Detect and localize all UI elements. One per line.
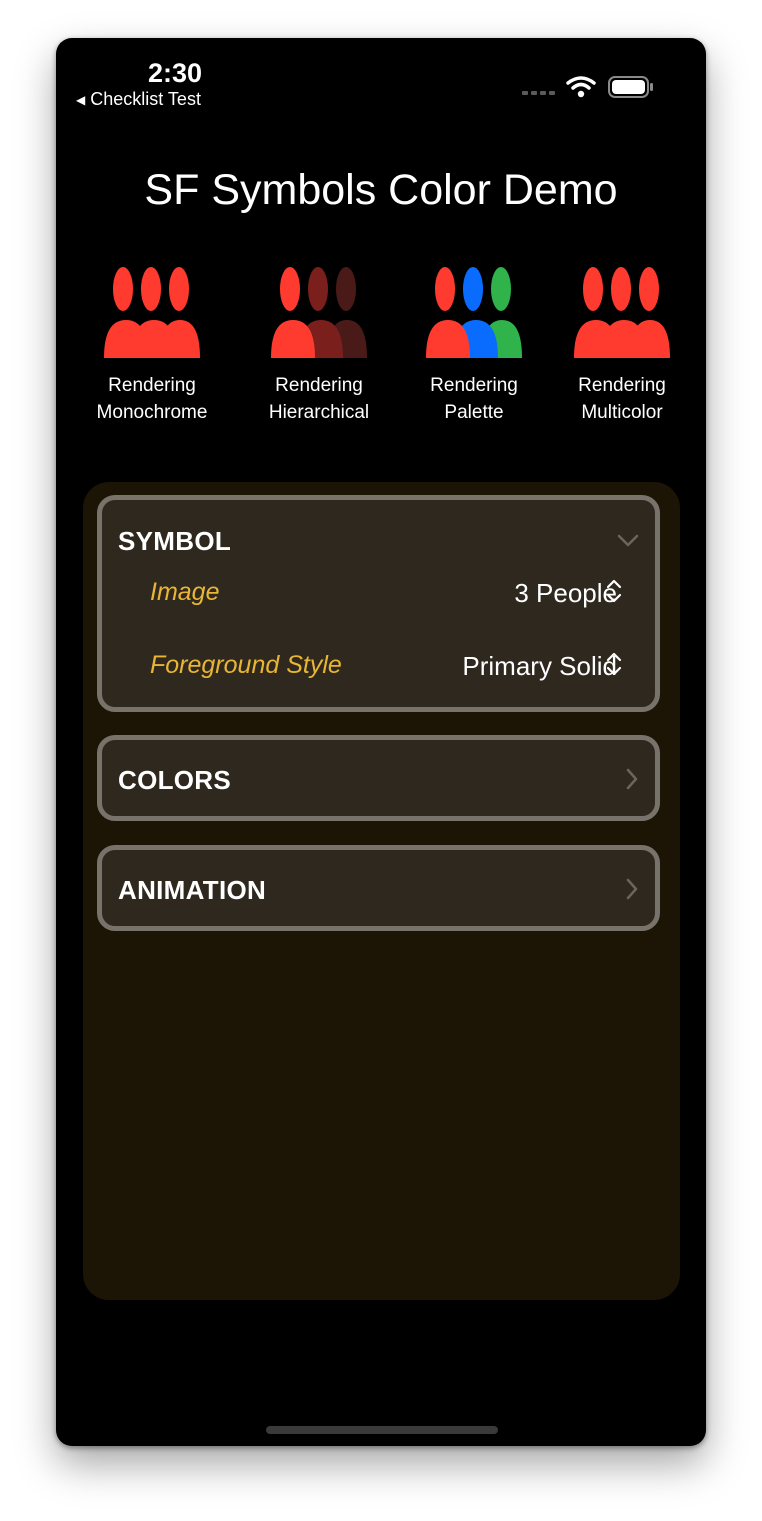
back-label: Checklist Test: [90, 89, 201, 109]
three-people-icon: [426, 267, 522, 358]
image-picker[interactable]: 3 People: [514, 578, 617, 609]
chevron-down-icon[interactable]: [617, 534, 639, 548]
rendering-multicolor: Rendering Multicolor: [552, 262, 692, 426]
back-button[interactable]: ◀ Checklist Test: [76, 89, 201, 110]
chevron-right-icon[interactable]: [625, 878, 639, 900]
rendering-label: Rendering Palette: [430, 375, 518, 423]
chevron-up-down-icon[interactable]: [606, 578, 622, 604]
three-people-icon: [574, 267, 670, 358]
wifi-icon: [566, 76, 596, 98]
foreground-style-row-label: Foreground Style: [150, 651, 342, 679]
rendering-monochrome: Rendering Monochrome: [82, 262, 222, 426]
settings-panel: SYMBOL Image 3 People Foreground Style P…: [83, 482, 680, 1300]
back-arrow-icon: ◀: [76, 92, 86, 107]
chevron-up-down-icon[interactable]: [606, 651, 622, 677]
rendering-label: Rendering Hierarchical: [268, 375, 370, 423]
symbol-section-header[interactable]: SYMBOL: [118, 526, 231, 557]
rendering-hierarchical: Rendering Hierarchical: [249, 262, 389, 426]
animation-section[interactable]: ANIMATION: [97, 845, 660, 931]
three-people-icon: [271, 267, 367, 358]
foreground-style-picker[interactable]: Primary Solid: [462, 651, 617, 682]
status-time: 2:30: [147, 58, 203, 88]
three-people-icon: [104, 267, 200, 358]
cellular-signal-icon: [522, 91, 555, 95]
colors-section-header[interactable]: COLORS: [118, 765, 231, 796]
page-title: SF Symbols Color Demo: [144, 166, 618, 214]
home-indicator[interactable]: [266, 1426, 498, 1434]
chevron-right-icon[interactable]: [625, 768, 639, 790]
rendering-palette: Rendering Palette: [404, 262, 544, 426]
colors-section[interactable]: COLORS: [97, 735, 660, 821]
animation-section-header[interactable]: ANIMATION: [118, 875, 266, 906]
symbol-section: SYMBOL Image 3 People Foreground Style P…: [97, 495, 660, 712]
rendering-icons-row: Rendering Monochrome Rendering Hierarchi…: [56, 262, 706, 442]
rendering-label: Rendering Multicolor: [578, 375, 666, 423]
image-row-label: Image: [150, 578, 220, 606]
battery-icon: [608, 76, 653, 98]
rendering-label: Rendering Monochrome: [96, 375, 208, 423]
device-screen: 2:30 ◀ Checklist Test SF Symbols Color D…: [56, 38, 706, 1446]
